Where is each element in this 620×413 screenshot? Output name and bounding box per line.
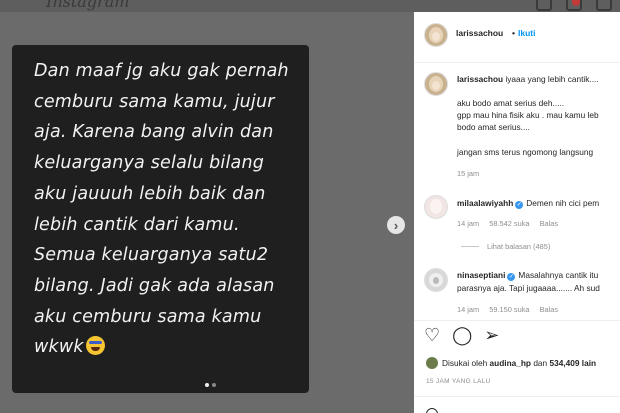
liked-by-prefix: Disukai oleh bbox=[442, 358, 490, 368]
story-text: Dan maaf jg aku gak pernah cemburu sama … bbox=[34, 56, 304, 363]
reply-button[interactable]: Balas bbox=[540, 219, 559, 228]
divider bbox=[414, 320, 620, 321]
carousel-dot bbox=[212, 383, 216, 387]
home-icon[interactable] bbox=[536, 0, 552, 11]
view-replies-label: Lihat balasan (485) bbox=[487, 242, 551, 251]
heart-icon[interactable]: ♡ bbox=[424, 326, 440, 344]
comment-text-line: parasnya aja. Tapi jugaaaa....... Ah sud bbox=[457, 283, 600, 293]
follow-button[interactable]: • Ikuti bbox=[512, 28, 535, 38]
comment: ninaseptiani ✓ Masalahnya cantik itu bbox=[457, 270, 598, 281]
comment-time: 14 jam bbox=[457, 305, 480, 314]
post-side-panel: larissachou • Ikuti larissachou iyaaa yan… bbox=[414, 12, 620, 413]
post-image[interactable]: Dan maaf jg aku gak pernah cemburu sama … bbox=[12, 45, 309, 393]
comment: milaalawiyahh ✓ Demen nih cici pem bbox=[457, 198, 599, 209]
liked-by-middle: dan bbox=[531, 358, 550, 368]
story-line: cemburu sama kamu, jujur bbox=[34, 91, 275, 112]
story-line: wkwk bbox=[34, 332, 304, 363]
share-icon[interactable]: ➢ bbox=[484, 326, 499, 344]
avatar[interactable] bbox=[424, 268, 448, 292]
story-line: aku jauuuh lebih baik dan bbox=[34, 183, 266, 204]
comment-time: 14 jam bbox=[457, 219, 480, 228]
liked-by: Disukai oleh audina_hp dan 534,409 lain bbox=[426, 357, 596, 369]
carousel-dot-active bbox=[205, 383, 209, 387]
caption-username[interactable]: larissachou bbox=[457, 74, 503, 84]
caption-time: 15 jam bbox=[457, 169, 480, 178]
avatar[interactable] bbox=[424, 72, 448, 96]
comment-text: Masalahnya cantik itu bbox=[518, 270, 599, 280]
story-line: Dan maaf jg aku gak pernah bbox=[34, 61, 289, 81]
comment-meta: 14 jam 58.542 suka Balas bbox=[457, 219, 566, 228]
view-replies-button[interactable]: Lihat balasan (485) bbox=[461, 242, 558, 251]
emoji-icon[interactable] bbox=[426, 408, 438, 413]
comment-username[interactable]: milaalawiyahh bbox=[457, 198, 513, 208]
story-line: lebih cantik dari kamu. bbox=[34, 214, 240, 235]
separator-dot: • bbox=[512, 28, 515, 38]
action-bar: ♡ ◯ ➢ bbox=[424, 326, 499, 344]
avatar[interactable] bbox=[424, 23, 448, 47]
carousel-indicator bbox=[205, 383, 216, 387]
caption-line: bodo amat serius.... bbox=[457, 122, 530, 132]
story-line: Semua keluarganya satu2 bbox=[34, 245, 269, 266]
activity-icon[interactable] bbox=[596, 0, 612, 11]
comment-meta: 14 jam 59.150 suka Balas bbox=[457, 305, 566, 314]
caption-text: iyaaa yang lebih cantik.... bbox=[505, 74, 599, 84]
verified-badge-icon: ✓ bbox=[515, 201, 524, 209]
avatar[interactable] bbox=[424, 195, 448, 219]
caption-first-line: larissachou iyaaa yang lebih cantik.... bbox=[457, 74, 599, 84]
story-line: bilang. Jadi gak ada alasan bbox=[34, 275, 275, 296]
story-line: keluarganya selalu bilang bbox=[34, 153, 265, 174]
story-line: aku cemburu sama kamu bbox=[34, 306, 262, 327]
verified-badge-icon: ✓ bbox=[507, 273, 516, 281]
top-navigation-bar: Instagram bbox=[0, 0, 620, 12]
caption-line: gpp mau hina fisik aku . mau kamu leb bbox=[457, 110, 599, 120]
comment-text: Demen nih cici pem bbox=[526, 198, 600, 208]
caption-line: jangan sms terus ngomong langsung bbox=[457, 147, 594, 157]
liked-by-user[interactable]: audina_hp bbox=[490, 358, 532, 368]
story-line: aja. Karena bang alvin dan bbox=[34, 122, 274, 143]
comment-likes[interactable]: 58.542 suka bbox=[489, 219, 529, 228]
replies-divider bbox=[461, 246, 479, 247]
chevron-right-icon[interactable]: › bbox=[387, 216, 405, 234]
follow-label: Ikuti bbox=[517, 28, 536, 38]
header-username[interactable]: larissachou bbox=[456, 28, 503, 38]
post-header: larissachou • Ikuti bbox=[414, 12, 620, 63]
reply-button[interactable]: Balas bbox=[540, 305, 559, 314]
liked-by-avatar[interactable] bbox=[426, 357, 438, 369]
comment-likes[interactable]: 59.150 suka bbox=[489, 305, 529, 314]
divider bbox=[414, 396, 620, 397]
liked-by-count[interactable]: 534,409 lain bbox=[549, 358, 596, 368]
post-timestamp[interactable]: 15 JAM YANG LALU bbox=[426, 378, 491, 385]
instagram-logo[interactable]: Instagram bbox=[46, 0, 129, 11]
story-line-text: wkwk bbox=[34, 337, 84, 358]
grinning-squinting-face-emoji bbox=[85, 336, 105, 356]
comment-icon[interactable]: ◯ bbox=[452, 326, 472, 344]
caption-line: aku bodo amat serius deh..... bbox=[457, 98, 565, 108]
comment-username[interactable]: ninaseptiani bbox=[457, 270, 505, 280]
